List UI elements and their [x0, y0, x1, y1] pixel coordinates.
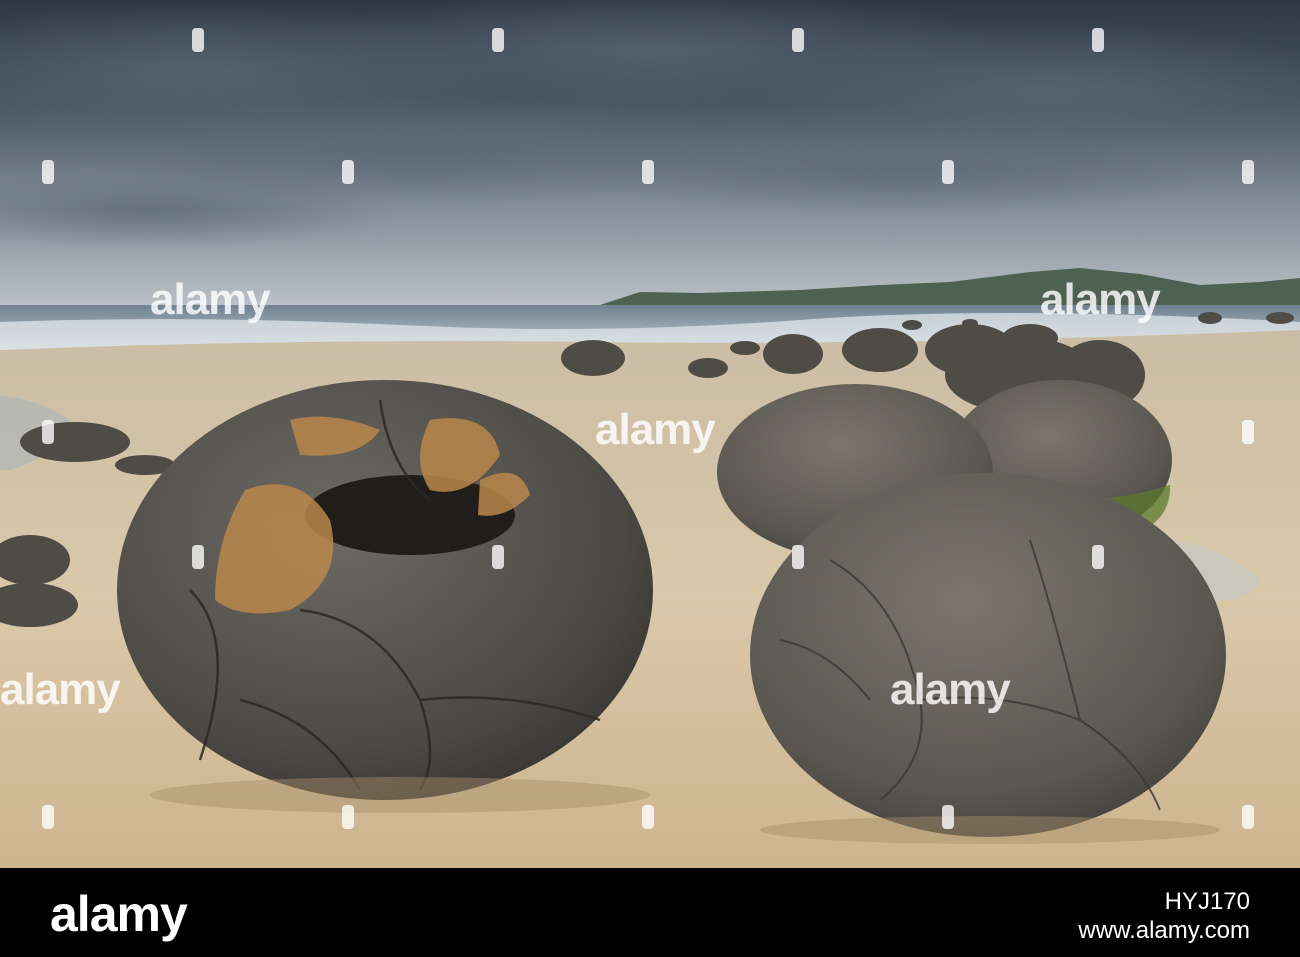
alamy-logo: alamy — [50, 886, 188, 942]
watermark-mark — [942, 805, 954, 829]
watermark-mark — [42, 805, 54, 829]
watermark-mark — [492, 545, 504, 569]
watermark-mark — [492, 28, 504, 52]
footer-id-block: HYJ170 www.alamy.com — [1078, 888, 1250, 946]
watermark: alamy — [595, 405, 716, 454]
watermark-mark — [192, 28, 204, 52]
watermark-mark — [1242, 160, 1254, 184]
site-url: www.alamy.com — [1078, 917, 1250, 944]
watermark-mark — [1092, 545, 1104, 569]
watermark-mark — [342, 160, 354, 184]
watermark-mark — [1242, 805, 1254, 829]
watermark-mark — [1242, 420, 1254, 444]
watermark-mark — [792, 28, 804, 52]
boulder-front-left — [117, 380, 653, 800]
watermark-mark — [792, 545, 804, 569]
watermark-mark — [42, 420, 54, 444]
watermark-mark — [942, 160, 954, 184]
watermark-mark — [642, 805, 654, 829]
stock-photo: alamy alamy alamy alamy alamy — [0, 0, 1300, 868]
watermark: alamy — [1040, 275, 1161, 324]
footer-bar: alamy HYJ170 www.alamy.com — [0, 868, 1300, 957]
watermark-mark — [1092, 28, 1104, 52]
watermark: alamy — [0, 665, 121, 714]
watermark-mark — [342, 805, 354, 829]
image-id: HYJ170 — [1164, 888, 1250, 915]
watermark-mark — [192, 545, 204, 569]
watermark: alamy — [890, 665, 1011, 714]
watermark: alamy — [150, 275, 271, 324]
watermark-mark — [642, 160, 654, 184]
watermark-mark — [42, 160, 54, 184]
